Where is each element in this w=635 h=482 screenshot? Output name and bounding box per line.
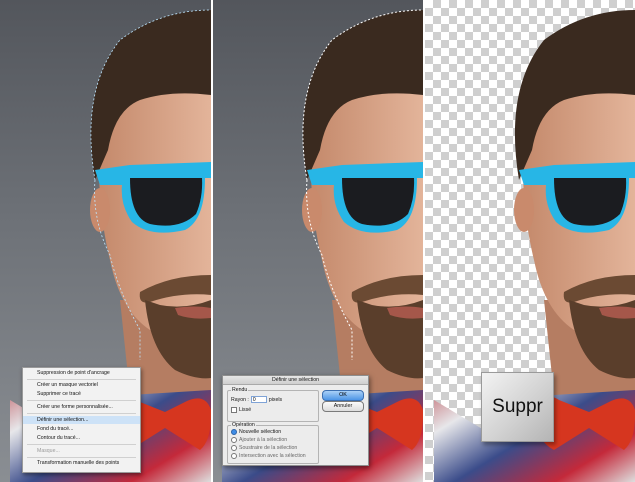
radio-intersect-selection[interactable]: Intersection avec la sélection [231,453,306,459]
menu-separator [27,444,136,445]
dialog-title: Définir une sélection [223,376,368,385]
suppr-key: Suppr [481,372,554,442]
suppr-key-label: Suppr [492,396,543,417]
menu-item-vector-mask[interactable]: Créer un masque vectoriel [23,381,140,389]
rendu-group: Rendu [227,387,319,422]
operation-legend: Opération [232,422,255,428]
radio-icon[interactable] [231,437,237,443]
lisse-row: Lissé [231,407,251,413]
menu-separator [27,400,136,401]
ok-button[interactable]: OK [322,390,364,401]
radio-label: Intersection avec la sélection [239,453,306,459]
menu-item-fill-path[interactable]: Fond du tracé... [23,425,140,433]
lisse-label: Lissé [239,407,252,413]
radio-add-selection[interactable]: Ajouter à la sélection [231,437,287,443]
radio-label: Ajouter à la sélection [239,437,288,443]
radio-label: Nouvelle sélection [239,429,282,435]
rendu-legend: Rendu [232,387,248,393]
rayon-label: Rayon : [231,396,249,403]
radio-icon[interactable] [231,445,237,451]
menu-item-delete-path[interactable]: Supprimer ce tracé [23,390,140,398]
menu-separator [27,413,136,414]
menu-item-mask: Masque... [37,448,60,454]
menu-item-free-transform-points[interactable]: Transformation manuelle des points [23,459,140,467]
menu-item-make-selection[interactable]: Définir une sélection... [23,416,140,424]
make-selection-dialog: Définir une sélection Rendu Rayon : pixe… [222,375,369,466]
radio-icon[interactable] [231,429,237,435]
cancel-button[interactable]: Annuler [322,401,364,412]
lisse-checkbox[interactable] [231,407,237,413]
radio-label: Soustraire de la sélection [239,445,298,451]
menu-separator [27,457,136,458]
rayon-unit: pixels [268,396,283,403]
rayon-input[interactable] [250,396,267,403]
path-context-menu: Suppression de point d'ancrage Créer un … [22,367,141,473]
rayon-row: Rayon : pixels [231,396,282,403]
radio-new-selection[interactable]: Nouvelle sélection [231,429,281,435]
menu-item-delete-anchor[interactable]: Suppression de point d'ancrage [23,369,140,377]
menu-item-custom-shape[interactable]: Créer une forme personnalisée... [23,403,140,411]
menu-separator [27,379,136,380]
menu-item-stroke-path[interactable]: Contour du tracé... [23,434,140,442]
radio-subtract-selection[interactable]: Soustraire de la sélection [231,445,297,451]
radio-icon[interactable] [231,453,237,459]
